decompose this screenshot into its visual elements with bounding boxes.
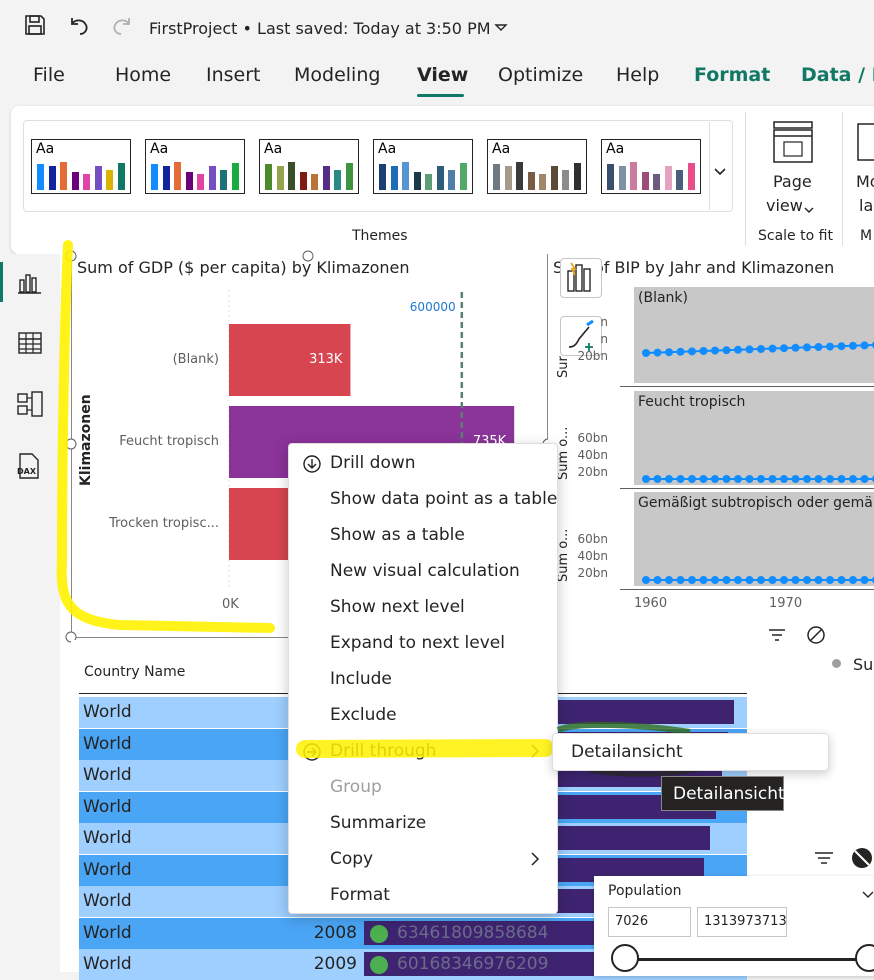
data-label: 735K bbox=[472, 434, 507, 449]
data-label: 24 bbox=[297, 516, 315, 531]
category-label: (Blank) bbox=[172, 352, 219, 367]
tooltip-text: Detailansicht bbox=[673, 784, 785, 804]
drill-through-highlight bbox=[296, 721, 708, 777]
x-tick-label: 0K bbox=[222, 597, 239, 612]
tooltip: Detailansicht bbox=[661, 776, 785, 811]
category-label: Feucht tropisch bbox=[119, 434, 219, 449]
data-label: 313K bbox=[309, 352, 343, 367]
reference-line-label: 600000 bbox=[409, 300, 456, 314]
category-label: Trocken tropisc... bbox=[109, 516, 219, 531]
submenu-item-detailansicht[interactable]: Detailansicht bbox=[571, 742, 683, 762]
